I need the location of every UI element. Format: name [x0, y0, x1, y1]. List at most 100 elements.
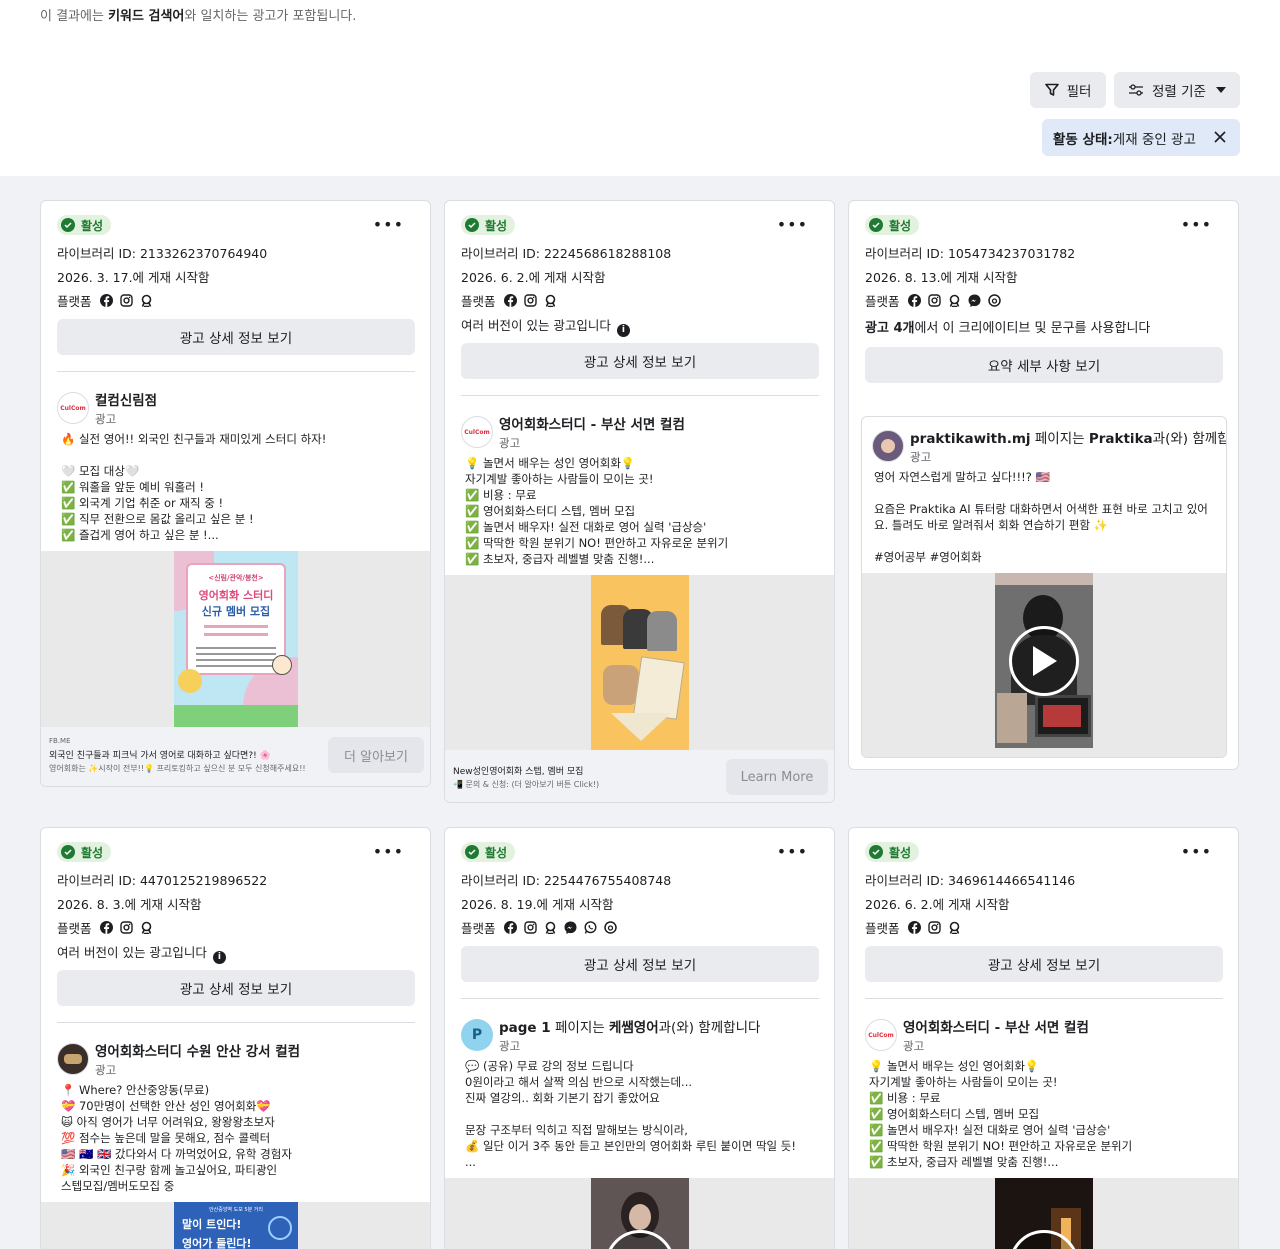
more-options-icon[interactable]: •••	[777, 217, 808, 233]
divider	[865, 998, 1223, 999]
facebook-icon	[907, 294, 921, 307]
keyword-note: 이 결과에는 키워드 검색어와 일치하는 광고가 포함됩니다.	[40, 9, 357, 24]
check-icon	[869, 218, 883, 232]
audience-network-icon	[949, 921, 959, 934]
library-id: 라이브러리 ID: 2254476755408748	[461, 873, 672, 888]
advertiser-header: CulCom 컬컴신림점 광고	[57, 389, 157, 427]
library-id: 라이브러리 ID: 3469614466541146	[865, 873, 1076, 888]
advertiser-name[interactable]: 영어회화스터디 - 부산 서면 컬컴	[903, 1016, 1089, 1036]
ad-details-button[interactable]: 광고 상세 정보 보기	[57, 319, 415, 355]
avatar[interactable]: CulCom	[461, 416, 493, 448]
facebook-icon	[907, 921, 921, 934]
link-title: 외국인 친구들과 피크닉 가서 영어로 대화하고 싶다면?! 🌸	[49, 751, 271, 761]
versions-note: 여러 버전이 있는 광고입니다 i	[57, 942, 226, 964]
sponsored-label: 광고	[95, 1063, 117, 1077]
library-id: 라이브러리 ID: 4470125219896522	[57, 873, 268, 888]
filter-button[interactable]: 필터	[1030, 72, 1106, 108]
status-badge: 활성	[57, 842, 112, 862]
audience-network-icon	[141, 921, 151, 934]
more-options-icon[interactable]: •••	[777, 844, 808, 860]
ad-card: 활성 ••• 라이브러리 ID: 1054734237031782 2026. …	[848, 200, 1239, 770]
avatar[interactable]: P	[461, 1019, 493, 1051]
ad-link-footer[interactable]: FB.ME 외국인 친구들과 피크닉 가서 영어로 대화하고 싶다면?! 🌸 영…	[41, 727, 430, 786]
multi-creative-note: 광고 4개에서 이 크리에이티브 및 문구를 사용합니다	[865, 321, 1151, 336]
sponsored-label: 광고	[910, 450, 932, 464]
link-domain: FB.ME	[49, 737, 71, 745]
library-id: 라이브러리 ID: 1054734237031782	[865, 246, 1076, 261]
ad-card: 활성 ••• 라이브러리 ID: 2254476755408748 2026. …	[444, 827, 835, 1249]
start-date: 2026. 8. 19.에 게재 시작함	[461, 897, 614, 912]
info-icon[interactable]: i	[616, 323, 630, 337]
filter-icon	[1044, 83, 1059, 96]
ad-details-button[interactable]: 광고 상세 정보 보기	[57, 970, 415, 1006]
ad-body-text: 🔥 실전 영어!! 외국인 친구들과 재미있게 스터디 하자! 🤍 모집 대상🤍…	[61, 432, 327, 542]
messenger-icon	[564, 921, 577, 934]
platforms: 플랫폼	[865, 918, 968, 937]
check-icon	[465, 218, 479, 232]
ad-card: 활성 ••• 라이브러리 ID: 2224568618288108 2026. …	[444, 200, 835, 803]
avatar[interactable]	[57, 1043, 89, 1075]
more-options-icon[interactable]: •••	[373, 844, 404, 860]
ad-image[interactable]: <신림/관악/봉천> 영어회화 스터디 신규 멤버 모집	[41, 551, 430, 727]
ad-body-text: 💬 (공유) 무료 강의 정보 드립니다 0원이라고 해서 살짝 의심 반으로 …	[465, 1059, 796, 1169]
results-header: 이 결과에는 키워드 검색어와 일치하는 광고가 포함됩니다. 필터 정렬 기준…	[0, 0, 1280, 176]
check-icon	[61, 845, 75, 859]
divider	[57, 371, 415, 372]
info-icon[interactable]: i	[212, 950, 226, 964]
library-id: 라이브러리 ID: 2133262370764940	[57, 246, 268, 261]
ad-video[interactable]	[862, 573, 1226, 757]
instagram-icon	[119, 294, 133, 307]
messenger-icon	[968, 294, 981, 307]
advertiser-header: CulCom 영어회화스터디 - 부산 서면 컬컴 광고	[865, 1016, 1089, 1054]
status-badge: 활성	[461, 842, 516, 862]
learn-more-button[interactable]: Learn More	[726, 759, 828, 795]
sliders-icon	[1129, 84, 1143, 96]
ad-video[interactable]	[445, 1178, 834, 1249]
advertiser-header: 영어회화스터디 수원 안산 강서 컬컴광고	[57, 1040, 300, 1078]
avatar[interactable]: CulCom	[865, 1019, 897, 1051]
active-status-filter-chip[interactable]: 활동 상태: 게재 중인 광고	[1042, 119, 1240, 156]
more-options-icon[interactable]: •••	[373, 217, 404, 233]
advertiser-header: CulCom 영어회화스터디 - 부산 서면 컬컴 광고	[461, 413, 685, 451]
ad-image[interactable]: 안산중앙역 도보 5분 거리 말이 트인다! 영어가 들린다!	[41, 1202, 430, 1249]
ad-card: 활성 ••• 라이브러리 ID: 4470125219896522 2026. …	[40, 827, 431, 1249]
avatar[interactable]: CulCom	[57, 392, 89, 424]
check-icon	[869, 845, 883, 859]
divider	[461, 395, 819, 396]
learn-more-button[interactable]: 더 알아보기	[328, 737, 424, 773]
facebook-icon	[503, 921, 517, 934]
ad-video[interactable]	[849, 1178, 1238, 1249]
more-options-icon[interactable]: •••	[1181, 217, 1212, 233]
ad-details-button[interactable]: 광고 상세 정보 보기	[865, 946, 1223, 982]
ad-link-footer[interactable]: New성인영어회화 스텝, 멤버 모집 📲 문의 & 신청: (더 알아보기 버…	[445, 750, 834, 802]
divider	[57, 1022, 415, 1023]
ad-details-button[interactable]: 광고 상세 정보 보기	[461, 946, 819, 982]
more-options-icon[interactable]: •••	[1181, 844, 1212, 860]
facebook-icon	[99, 921, 113, 934]
start-date: 2026. 8. 3.에 게재 시작함	[57, 897, 202, 912]
link-description: 📲 문의 & 신청: (더 알아보기 버튼 Click!)	[453, 780, 600, 789]
advertiser-name[interactable]: 영어회화스터디 수원 안산 강서 컬컴	[95, 1040, 300, 1060]
divider	[461, 998, 819, 999]
sort-button[interactable]: 정렬 기준	[1114, 72, 1240, 108]
advertiser-name[interactable]: praktikawith.mj 페이지는 Praktika과(와) 함께합니다	[910, 427, 1226, 447]
ad-details-button[interactable]: 광고 상세 정보 보기	[461, 343, 819, 379]
play-icon[interactable]	[1009, 626, 1079, 696]
advertiser-name[interactable]: 영어회화스터디 - 부산 서면 컬컴	[499, 413, 685, 433]
summary-details-button[interactable]: 요약 세부 사항 보기	[865, 347, 1223, 383]
ad-card: 활성 ••• 라이브러리 ID: 3469614466541146 2026. …	[848, 827, 1239, 1249]
avatar[interactable]	[872, 430, 904, 462]
close-icon[interactable]	[1213, 130, 1227, 144]
whatsapp-icon	[584, 921, 597, 934]
advertiser-name[interactable]: 컬컴신림점	[95, 389, 157, 409]
ad-preview: praktikawith.mj 페이지는 Praktika과(와) 함께합니다광…	[861, 416, 1227, 758]
threads-icon	[603, 921, 617, 934]
platforms: 플랫폼	[461, 291, 564, 310]
versions-note: 여러 버전이 있는 광고입니다 i	[461, 315, 630, 337]
status-badge: 활성	[461, 215, 516, 235]
ad-image[interactable]	[445, 575, 834, 750]
advertiser-header: P page 1 페이지는 케쌤영어과(와) 함께합니다 광고	[461, 1016, 760, 1054]
advertiser-name[interactable]: page 1 페이지는 케쌤영어과(와) 함께합니다	[499, 1016, 760, 1036]
link-description: 영어회화는 ✨시작이 전부!!💡 프리토킹하고 싶으신 분 모두 신청해주세요!…	[49, 764, 306, 773]
start-date: 2026. 3. 17.에 게재 시작함	[57, 270, 210, 285]
